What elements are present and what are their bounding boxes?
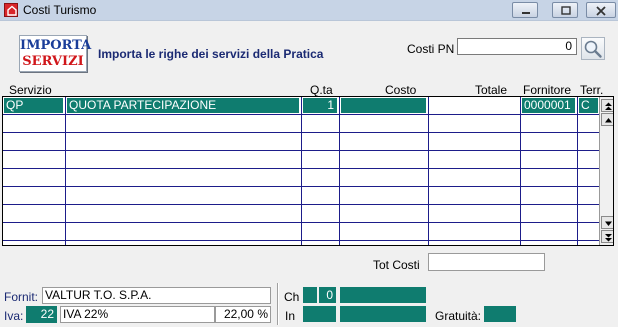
minimize-button[interactable] bbox=[512, 2, 538, 18]
cell-servizio[interactable]: QP bbox=[4, 98, 63, 113]
table-row[interactable] bbox=[3, 169, 599, 187]
window-title: Costi Turismo bbox=[23, 3, 97, 17]
gratuita-field bbox=[484, 306, 516, 322]
header-servizio: Servizio bbox=[9, 83, 52, 97]
cell-totale[interactable] bbox=[430, 98, 518, 113]
costi-pn-field[interactable]: 0 bbox=[457, 38, 577, 55]
fornit-label: Fornit: bbox=[4, 290, 39, 304]
header-qta: Q.ta bbox=[310, 83, 333, 97]
gratuita-label: Gratuità: bbox=[435, 309, 482, 323]
close-button[interactable] bbox=[586, 2, 616, 18]
ch-label: Ch bbox=[284, 290, 300, 304]
iva-code-field: 22 bbox=[26, 306, 57, 323]
maximize-icon bbox=[561, 6, 571, 15]
up-arrow-icon bbox=[605, 118, 612, 123]
import-label-line1: IMPORTA bbox=[20, 38, 92, 53]
maximize-button[interactable] bbox=[552, 2, 578, 18]
fornit-field: VALTUR T.O. S.P.A. bbox=[42, 287, 271, 304]
cell-terr[interactable]: C bbox=[579, 98, 598, 113]
iva-label: Iva: bbox=[4, 309, 24, 323]
scroll-bottom-button[interactable] bbox=[601, 230, 613, 243]
import-caption: Importa le righe dei servizi della Prati… bbox=[98, 47, 324, 61]
scroll-top-button[interactable] bbox=[601, 99, 613, 112]
table-row[interactable] bbox=[3, 187, 599, 205]
scroll-up-button[interactable] bbox=[601, 113, 613, 126]
services-grid[interactable]: QP QUOTA PARTECIPAZIONE 1 0000001 C bbox=[2, 96, 614, 246]
tot-costi-field bbox=[428, 253, 545, 271]
ch-description-field bbox=[340, 287, 426, 303]
search-button[interactable] bbox=[581, 37, 605, 60]
header-terr: Terr. bbox=[580, 83, 604, 97]
cell-descrizione[interactable]: QUOTA PARTECIPAZIONE bbox=[67, 98, 299, 113]
table-row[interactable] bbox=[3, 205, 599, 223]
in-label: In bbox=[285, 309, 296, 323]
import-label-line2: SERVIZI bbox=[22, 54, 84, 69]
tot-costi-label: Tot Costi bbox=[373, 258, 420, 272]
header-totale: Totale bbox=[475, 83, 508, 97]
title-bar: Costi Turismo bbox=[0, 0, 618, 21]
table-row[interactable] bbox=[3, 133, 599, 151]
scroll-down-button[interactable] bbox=[601, 216, 613, 229]
iva-description-field: IVA 22% bbox=[60, 306, 215, 323]
search-icon bbox=[584, 40, 602, 58]
iva-percent-field: 22,00 % bbox=[215, 306, 271, 323]
close-icon bbox=[596, 6, 606, 16]
down-arrow-icon bbox=[605, 221, 612, 226]
footer-separator bbox=[277, 283, 279, 325]
cell-qta[interactable]: 1 bbox=[303, 98, 337, 113]
cell-costo[interactable] bbox=[341, 98, 426, 113]
import-services-button[interactable]: IMPORTA SERVIZI bbox=[19, 35, 92, 72]
table-row[interactable]: QP QUOTA PARTECIPAZIONE 1 0000001 C bbox=[3, 97, 599, 115]
table-row[interactable] bbox=[3, 151, 599, 169]
in-code-field bbox=[303, 306, 336, 322]
double-up-arrow-icon bbox=[605, 102, 612, 110]
header-costo: Costo bbox=[385, 83, 417, 97]
cell-fornitore[interactable]: 0000001 bbox=[522, 98, 575, 113]
in-description-field bbox=[340, 306, 426, 322]
app-icon bbox=[4, 3, 18, 17]
ch-flag-field bbox=[303, 287, 317, 303]
header-fornitore: Fornitore bbox=[523, 83, 572, 97]
double-down-arrow-icon bbox=[605, 234, 612, 242]
table-row[interactable] bbox=[3, 115, 599, 133]
minimize-icon bbox=[522, 12, 530, 14]
grid-scrollbar[interactable] bbox=[599, 97, 613, 245]
table-row[interactable] bbox=[3, 223, 599, 241]
ch-value-field: 0 bbox=[319, 287, 336, 303]
costi-pn-label: Costi PN bbox=[407, 42, 455, 56]
